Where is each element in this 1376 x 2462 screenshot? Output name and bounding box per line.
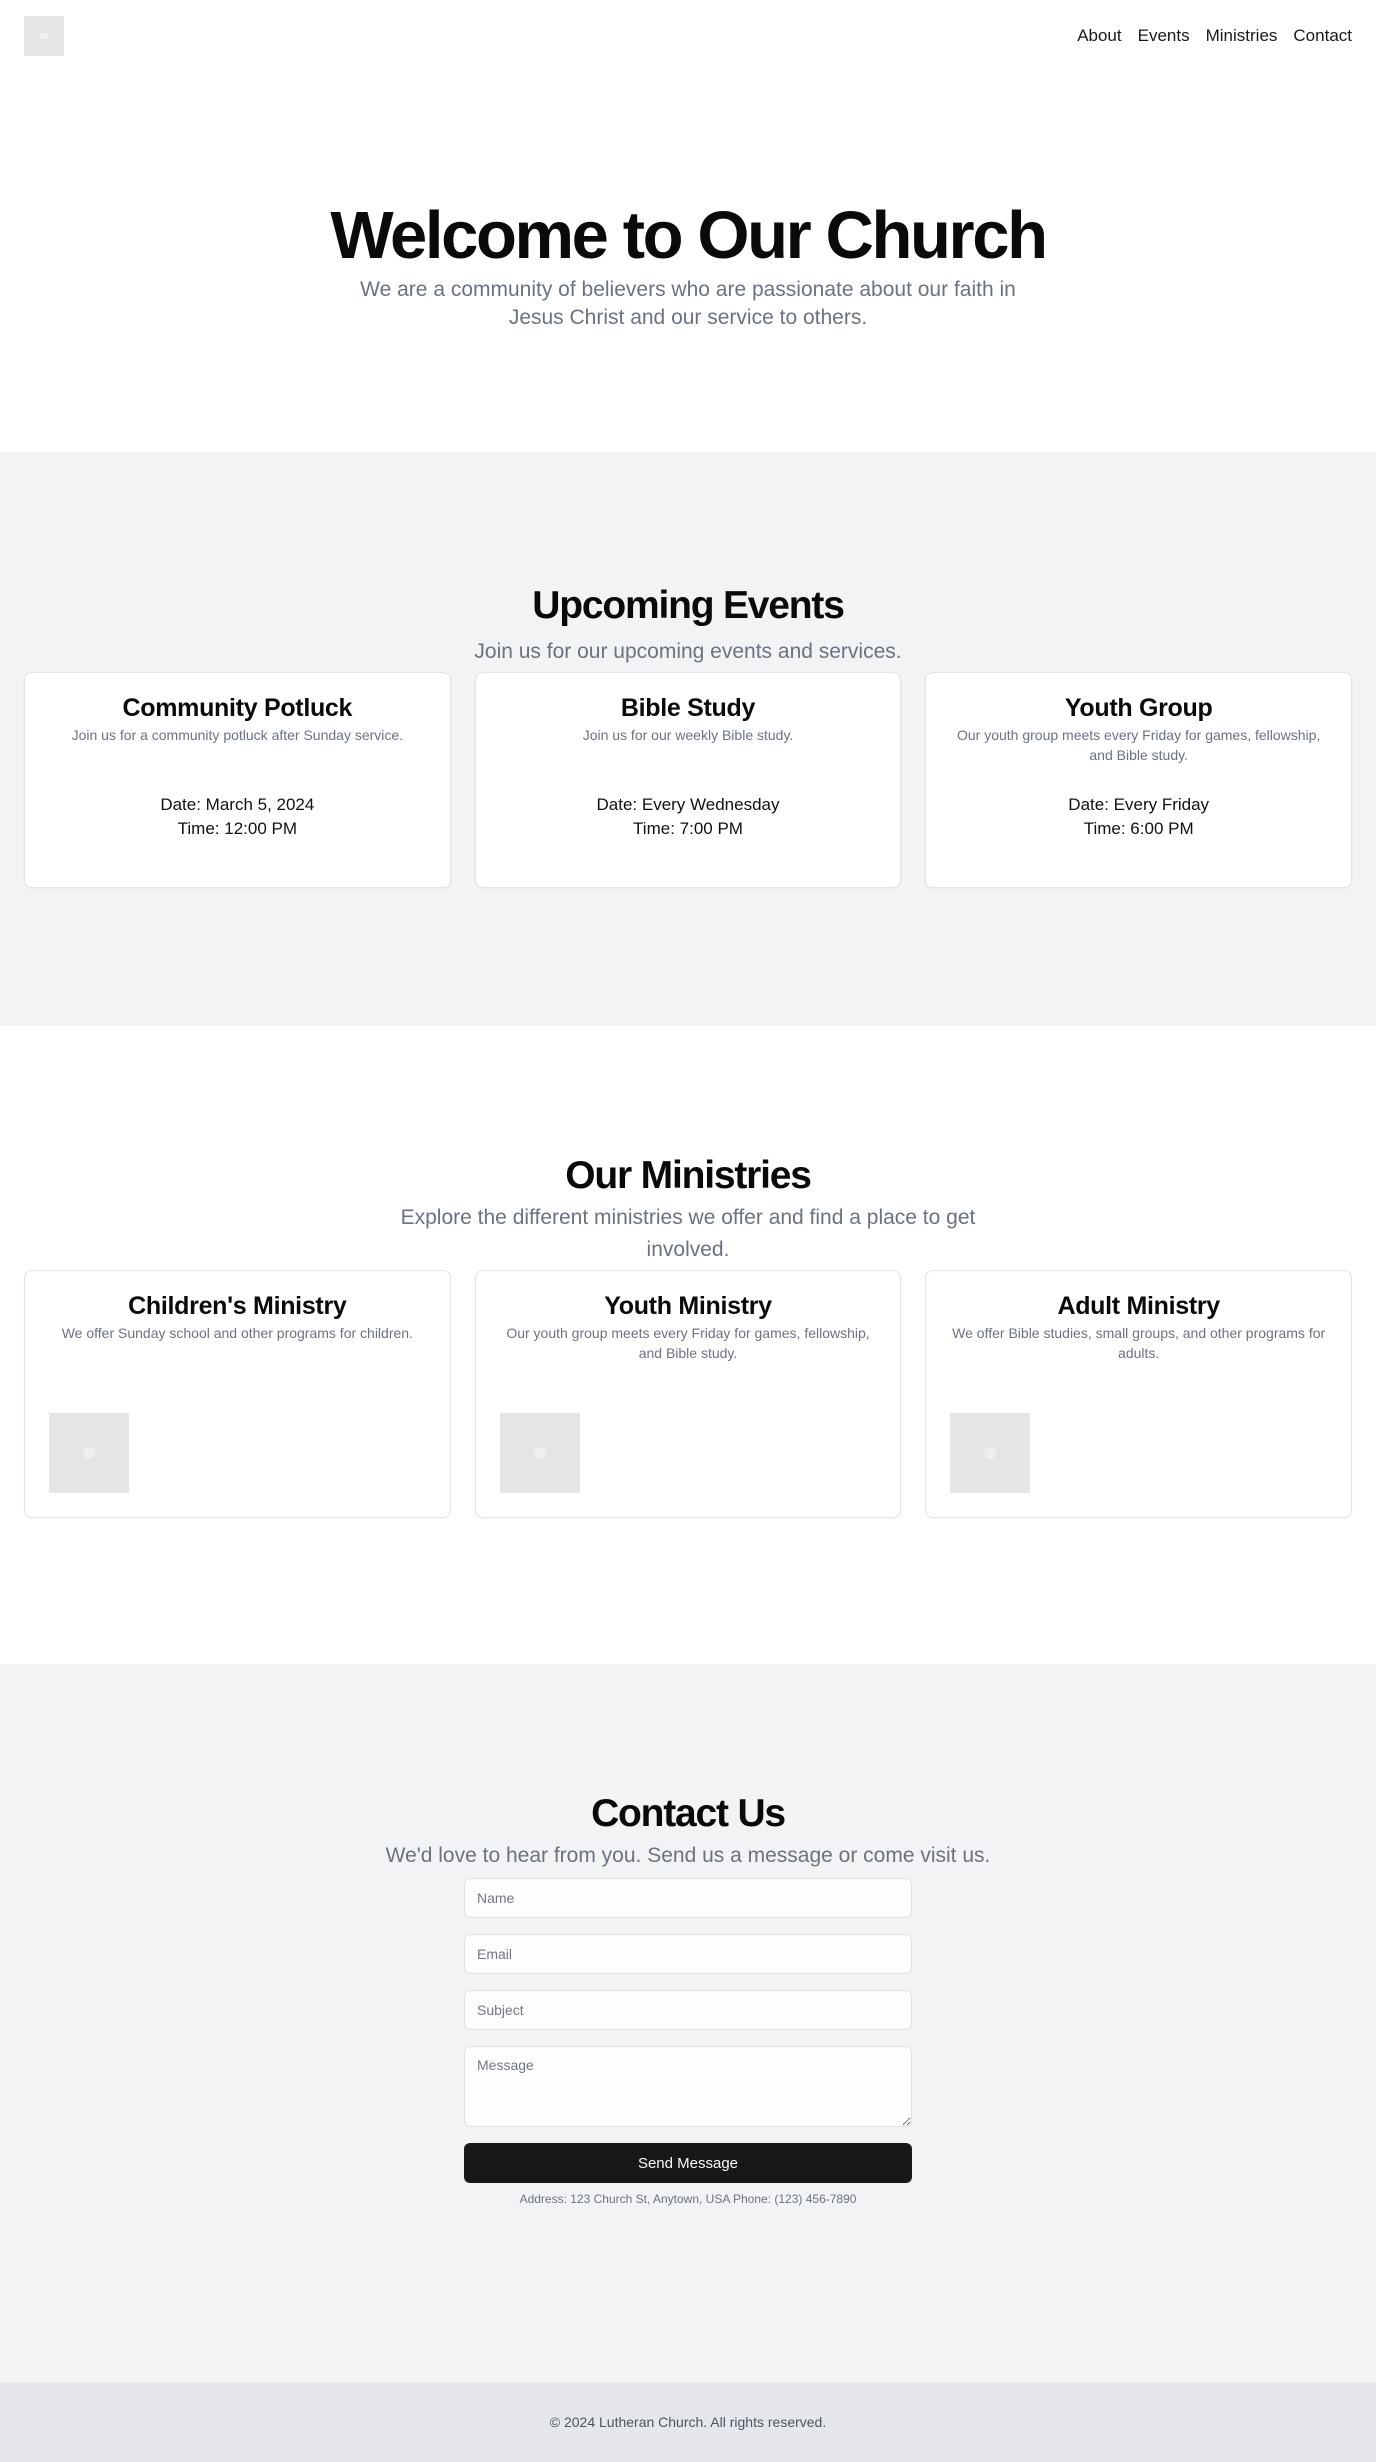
- ministry-card: Adult Ministry We offer Bible studies, s…: [925, 1270, 1353, 1518]
- logo-glyph: [40, 33, 48, 39]
- name-input[interactable]: [464, 1878, 912, 1918]
- nav-link-about[interactable]: About: [1077, 25, 1121, 47]
- event-schedule: Date: Every Friday Time: 6:00 PM: [950, 793, 1327, 863]
- contact-subtitle: We'd love to hear from you. Send us a me…: [385, 1844, 991, 1867]
- ministry-card: Children's Ministry We offer Sunday scho…: [24, 1270, 451, 1518]
- events-title: Upcoming Events: [532, 584, 845, 627]
- event-date: Date: Every Wednesday: [596, 795, 780, 814]
- event-card: Bible Study Join us for our weekly Bible…: [474, 672, 902, 888]
- image-placeholder-icon: [950, 1413, 1031, 1493]
- ministry-card: Youth Ministry Our youth group meets eve…: [474, 1270, 902, 1518]
- events-card-list: Community Potluck Join us for a communit…: [0, 672, 1376, 888]
- nav-link-events[interactable]: Events: [1138, 25, 1190, 47]
- ministries-subtitle: Explore the different ministries we offe…: [400, 1206, 976, 1261]
- event-title: Bible Study: [620, 694, 756, 722]
- contact-form: Send Message Address: 123 Church St, Any…: [464, 1878, 912, 2206]
- event-title: Community Potluck: [122, 694, 353, 722]
- event-description: Our youth group meets every Friday for g…: [956, 727, 1321, 763]
- send-message-button[interactable]: Send Message: [464, 2143, 912, 2183]
- event-time: Time: 7:00 PM: [633, 819, 743, 838]
- event-card: Community Potluck Join us for a communit…: [24, 672, 451, 888]
- ministry-title: Children's Ministry: [128, 1292, 347, 1320]
- main-nav: About Events Ministries Contact: [1077, 25, 1352, 47]
- image-placeholder-icon: [49, 1413, 129, 1493]
- ministries-section: Our Ministries Explore the different min…: [0, 1026, 1376, 1664]
- ministry-description: We offer Bible studies, small groups, an…: [952, 1325, 1326, 1361]
- events-subtitle: Join us for our upcoming events and serv…: [474, 640, 902, 663]
- ministry-title: Adult Ministry: [1057, 1292, 1220, 1320]
- contact-title: Contact Us: [591, 1792, 786, 1835]
- hero-subtitle: We are a community of believers who are …: [360, 278, 1016, 329]
- event-date: Date: March 5, 2024: [160, 795, 315, 814]
- event-schedule: Date: Every Wednesday Time: 7:00 PM: [500, 793, 877, 863]
- hero-section: Welcome to Our Church We are a community…: [0, 70, 1376, 452]
- event-time: Time: 6:00 PM: [1083, 819, 1194, 838]
- event-schedule: Date: March 5, 2024 Time: 12:00 PM: [49, 793, 426, 863]
- logo-image-placeholder-icon[interactable]: [24, 16, 64, 56]
- ministry-description: We offer Sunday school and other program…: [61, 1325, 413, 1341]
- event-time: Time: 12:00 PM: [177, 819, 298, 838]
- footer-copyright: © 2024 Lutheran Church. All rights reser…: [549, 2414, 827, 2430]
- email-input[interactable]: [464, 1934, 912, 1974]
- event-description: Join us for a community potluck after Su…: [71, 727, 404, 743]
- ministry-description: Our youth group meets every Friday for g…: [506, 1325, 870, 1361]
- event-title: Youth Group: [1064, 694, 1213, 722]
- event-description: Join us for our weekly Bible study.: [582, 727, 794, 743]
- thumb-glyph: [533, 1447, 546, 1459]
- image-placeholder-icon: [499, 1413, 580, 1493]
- event-card: Youth Group Our youth group meets every …: [925, 672, 1353, 888]
- site-header: About Events Ministries Contact: [0, 0, 1376, 70]
- thumb-glyph: [984, 1447, 997, 1459]
- nav-link-contact[interactable]: Contact: [1293, 25, 1352, 47]
- nav-link-ministries[interactable]: Ministries: [1206, 25, 1278, 47]
- site-footer: © 2024 Lutheran Church. All rights reser…: [0, 2382, 1376, 2462]
- thumb-glyph: [83, 1447, 95, 1459]
- hero-title: Welcome to Our Church: [330, 198, 1048, 273]
- subject-input[interactable]: [464, 1990, 912, 2030]
- ministry-title: Youth Ministry: [604, 1292, 772, 1320]
- contact-info: Address: 123 Church St, Anytown, USA Pho…: [519, 2192, 857, 2206]
- events-section: Upcoming Events Join us for our upcoming…: [0, 452, 1376, 1026]
- contact-section: Contact Us We'd love to hear from you. S…: [0, 1664, 1376, 2382]
- event-date: Date: Every Friday: [1068, 795, 1210, 814]
- ministries-title: Our Ministries: [565, 1154, 812, 1197]
- message-textarea[interactable]: [464, 2046, 912, 2127]
- ministries-card-list: Children's Ministry We offer Sunday scho…: [0, 1270, 1376, 1518]
